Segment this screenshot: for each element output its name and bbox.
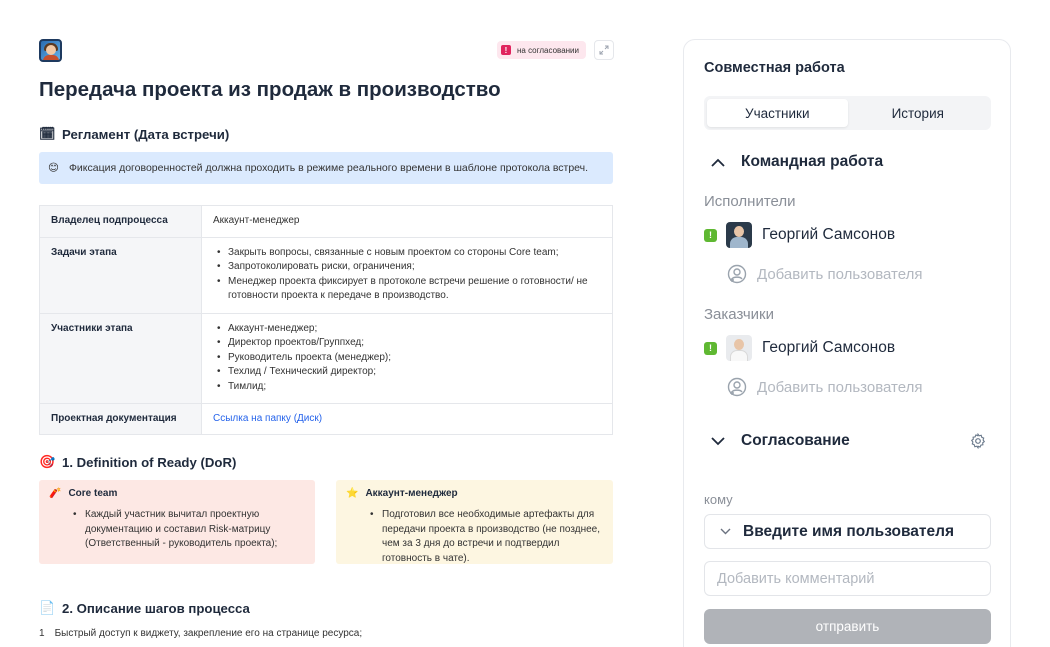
approval-group-label: Согласование bbox=[741, 432, 850, 449]
table-value: Закрыть вопросы, связанные с новым проек… bbox=[201, 236, 613, 314]
list-item: 1 Быстрый доступ к виджету, закрепление … bbox=[39, 628, 362, 639]
list-item: Руководитель проекта (менеджер); bbox=[217, 351, 601, 366]
list-item: Закрыть вопросы, связанные с новым проек… bbox=[217, 246, 601, 261]
table-key: Проектная документация bbox=[39, 402, 202, 436]
table-key: Участники этапа bbox=[39, 312, 202, 404]
table-key: Владелец подпроцесса bbox=[39, 205, 202, 238]
calendar-icon: 🗓 bbox=[39, 126, 56, 141]
smile-icon: 😊 bbox=[48, 162, 59, 174]
status-badge: ! на согласовании bbox=[497, 41, 586, 59]
steps-heading-text: 2. Описание шагов процесса bbox=[62, 600, 250, 616]
approval-group-toggle[interactable]: Согласование bbox=[711, 432, 850, 450]
firecracker-icon: 🧨 bbox=[49, 488, 62, 499]
add-user-label: Добавить пользователя bbox=[757, 378, 923, 396]
status-indicator: ! bbox=[704, 341, 717, 355]
send-button[interactable]: отправить bbox=[704, 609, 991, 644]
dor-heading-text: 1. Definition of Ready (DoR) bbox=[62, 454, 237, 470]
reglament-heading: 🗓 Регламент (Дата встречи) bbox=[39, 126, 229, 142]
chevron-up-icon bbox=[711, 155, 725, 169]
chevron-down-icon bbox=[720, 528, 731, 535]
list-item: Директор проектов/Группхед; bbox=[217, 336, 601, 351]
list-item: Запротоколировать риски, ограничения; bbox=[217, 260, 601, 275]
tasks-list: Закрыть вопросы, связанные с новым проек… bbox=[213, 246, 601, 304]
table-row: Задачи этапа Закрыть вопросы, связанные … bbox=[39, 236, 613, 314]
gear-icon[interactable] bbox=[970, 433, 986, 449]
account-manager-text: Подготовил все необходимые артефакты для… bbox=[346, 508, 603, 566]
list-item: Тимлид; bbox=[217, 380, 601, 395]
step-text: Быстрый доступ к виджету, закрепление ег… bbox=[54, 628, 363, 639]
account-manager-card-header: ⭐ Аккаунт-менеджер bbox=[346, 488, 603, 499]
participants-list: Аккаунт-менеджер; Директор проектов/Груп… bbox=[213, 322, 601, 395]
tab-history[interactable]: История bbox=[848, 99, 989, 127]
page-title: Передача проекта из продаж в производств… bbox=[39, 78, 501, 101]
document: ! на согласовании Передача проекта из пр… bbox=[39, 38, 614, 639]
steps-heading: 📄 2. Описание шагов процесса bbox=[39, 600, 250, 616]
collaboration-panel: Совместная работа Участники История Кома… bbox=[683, 39, 1011, 647]
table-row: Проектная документация Ссылка на папку (… bbox=[39, 402, 613, 436]
expand-button[interactable] bbox=[594, 40, 614, 60]
table-key: Задачи этапа bbox=[39, 236, 202, 314]
status-badge-label: на согласовании bbox=[517, 45, 579, 55]
author-avatar[interactable] bbox=[39, 39, 62, 62]
table-value: Аккаунт-менеджер bbox=[201, 205, 613, 238]
notice-callout: 😊 Фиксация договоренностей должна проход… bbox=[39, 152, 613, 184]
list-item: Техлид / Технический директор; bbox=[217, 365, 601, 380]
star-icon: ⭐ bbox=[346, 488, 359, 499]
customers-label: Заказчики bbox=[704, 306, 774, 323]
target-icon: 🎯 bbox=[39, 454, 56, 469]
table-row: Участники этапа Аккаунт-менеджер; Директ… bbox=[39, 312, 613, 404]
recipient-select-label: Введите имя пользователя bbox=[743, 522, 955, 540]
expand-icon bbox=[599, 45, 609, 55]
core-team-title: Core team bbox=[68, 488, 118, 499]
to-label: кому bbox=[704, 492, 733, 507]
alert-icon: ! bbox=[501, 45, 511, 55]
account-manager-title: Аккаунт-менеджер bbox=[365, 488, 458, 499]
team-group-label: Командная работа bbox=[741, 153, 884, 170]
status-indicator: ! bbox=[704, 228, 717, 242]
executor-row: ! Георгий Самсонов bbox=[704, 222, 895, 248]
add-executor-button[interactable]: Добавить пользователя bbox=[727, 264, 922, 284]
panel-title: Совместная работа bbox=[704, 60, 845, 76]
add-customer-button[interactable]: Добавить пользователя bbox=[727, 377, 922, 397]
list-item: Менеджер проекта фиксирует в протоколе в… bbox=[217, 275, 601, 304]
account-manager-card: ⭐ Аккаунт-менеджер Подготовил все необхо… bbox=[336, 480, 613, 564]
panel-tabs: Участники История bbox=[704, 96, 991, 130]
executors-label: Исполнители bbox=[704, 193, 796, 210]
customer-row: ! Георгий Самсонов bbox=[704, 335, 895, 361]
avatar bbox=[726, 222, 752, 248]
comment-input[interactable] bbox=[704, 561, 991, 596]
docs-folder-link[interactable]: Ссылка на папку (Диск) bbox=[213, 413, 322, 424]
document-toolbar: ! на согласовании bbox=[39, 38, 614, 64]
team-group-toggle[interactable]: Командная работа bbox=[711, 153, 883, 171]
notice-text: Фиксация договоренностей должна проходит… bbox=[68, 162, 589, 174]
avatar bbox=[726, 335, 752, 361]
step-number: 1 bbox=[39, 628, 45, 639]
table-value: Аккаунт-менеджер; Директор проектов/Груп… bbox=[201, 312, 613, 404]
reglament-table: Владелец подпроцесса Аккаунт-менеджер За… bbox=[39, 205, 613, 436]
recipient-select[interactable]: Введите имя пользователя bbox=[704, 514, 991, 549]
add-user-label: Добавить пользователя bbox=[757, 265, 923, 283]
add-user-icon bbox=[727, 377, 747, 397]
dor-heading: 🎯 1. Definition of Ready (DoR) bbox=[39, 454, 236, 470]
document-icon: 📄 bbox=[39, 600, 56, 615]
core-team-card-header: 🧨 Core team bbox=[49, 488, 305, 499]
core-team-text: Каждый участник вычитал проектную докуме… bbox=[49, 508, 305, 552]
tab-participants[interactable]: Участники bbox=[707, 99, 848, 127]
table-row: Владелец подпроцесса Аккаунт-менеджер bbox=[39, 205, 613, 238]
reglament-heading-text: Регламент (Дата встречи) bbox=[62, 126, 230, 142]
core-team-card: 🧨 Core team Каждый участник вычитал прое… bbox=[39, 480, 315, 564]
customer-name[interactable]: Георгий Самсонов bbox=[762, 339, 895, 357]
executor-name[interactable]: Георгий Самсонов bbox=[762, 226, 895, 244]
add-user-icon bbox=[727, 264, 747, 284]
table-value: Ссылка на папку (Диск) bbox=[201, 402, 613, 436]
chevron-down-icon bbox=[711, 434, 725, 448]
list-item: Аккаунт-менеджер; bbox=[217, 322, 601, 337]
